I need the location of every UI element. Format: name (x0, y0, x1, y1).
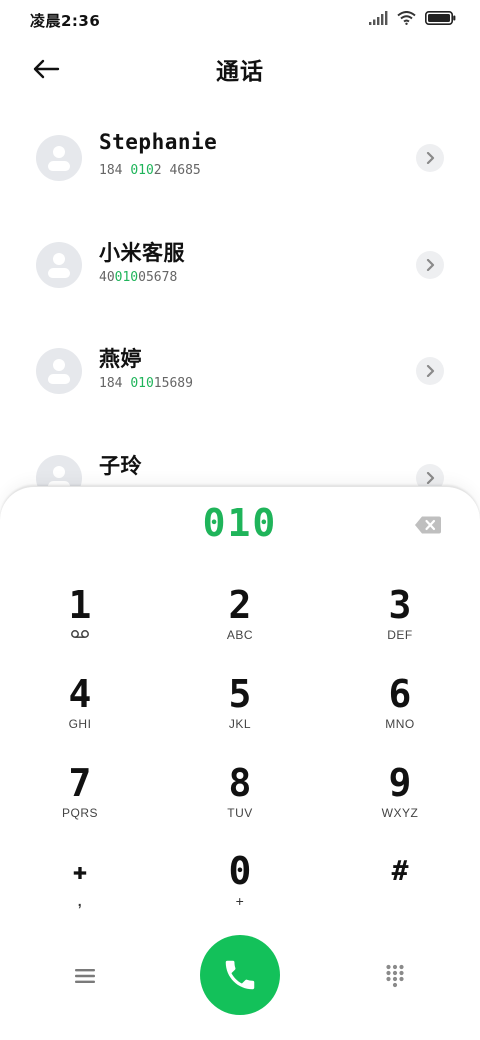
page-title: 通话 (216, 59, 264, 85)
key-letters: GHI (68, 717, 92, 731)
avatar (36, 242, 82, 288)
key-letters: , (77, 893, 83, 909)
key-2[interactable]: 2 ABC (180, 583, 300, 667)
key-6[interactable]: 6 MNO (340, 672, 460, 756)
key-7[interactable]: 7 PQRS (20, 761, 140, 845)
avatar (36, 348, 82, 394)
number-suffix: 05678 (138, 270, 178, 285)
key-digit: 8 (228, 761, 252, 805)
key-9[interactable]: 9 WXYZ (340, 761, 460, 845)
contact-detail-button[interactable] (416, 251, 444, 279)
key-letters: TUV (227, 806, 253, 820)
key-digit: 3 (388, 583, 412, 627)
key-digit: 4 (68, 672, 92, 716)
key-letters: MNO (385, 717, 415, 731)
key-digit: 5 (228, 672, 252, 716)
key-0[interactable]: 0 + (180, 849, 300, 933)
dialpad-sheet: 010 1 2 ABC 3 DEF 4 GHI 5 JKL 6 MNO 7 PQ… (0, 486, 480, 1040)
key-letters: + (235, 893, 245, 909)
chevron-right-icon (426, 152, 435, 164)
chevron-right-icon (426, 365, 435, 377)
key-digit: 7 (68, 761, 92, 805)
contact-number: 184 0102 4685 (99, 163, 201, 178)
dialer-screen: 凌晨2:36 通话 Stephanie 184 0102 4685 小米客服 4… (0, 0, 480, 1040)
contact-name: 燕婷 (99, 347, 142, 371)
key-digit: 1 (68, 583, 92, 627)
key-digit: 9 (388, 761, 412, 805)
contact-row[interactable]: Stephanie 184 0102 4685 (0, 110, 480, 210)
number-match: 010 (130, 163, 154, 178)
number-match: 010 (130, 376, 154, 391)
key-star[interactable]: ✚ , (20, 849, 140, 933)
avatar (36, 135, 82, 181)
number-prefix: 184 (99, 376, 131, 391)
signal-icon (369, 11, 388, 25)
dialed-number: 010 (202, 501, 278, 545)
key-digit: ✚ (72, 857, 88, 885)
key-3[interactable]: 3 DEF (340, 583, 460, 667)
contact-row[interactable]: 小米客服 4001005678 (0, 217, 480, 317)
dialpad-icon (386, 964, 404, 988)
voicemail-icon (71, 630, 89, 638)
bottom-bar (0, 933, 480, 1023)
key-4[interactable]: 4 GHI (20, 672, 140, 756)
key-digit: 0 (228, 849, 252, 893)
key-digit: # (391, 854, 409, 887)
backspace-icon (415, 516, 441, 534)
key-letters: DEF (387, 628, 413, 642)
status-bar: 凌晨2:36 (0, 0, 480, 40)
contact-detail-button[interactable] (416, 144, 444, 172)
status-time: 凌晨2:36 (30, 12, 101, 30)
contact-name: 子玲 (99, 454, 142, 478)
key-5[interactable]: 5 JKL (180, 672, 300, 756)
status-icons (369, 11, 456, 25)
dialpad-toggle-button[interactable] (380, 959, 410, 993)
header: 通话 (0, 42, 480, 94)
menu-button[interactable] (70, 961, 100, 991)
contact-name: 小米客服 (99, 241, 185, 265)
menu-icon (75, 969, 95, 983)
phone-icon (225, 960, 255, 990)
backspace-button[interactable] (414, 515, 442, 535)
chevron-right-icon (426, 472, 435, 484)
contact-row[interactable]: 燕婷 184 01015689 (0, 323, 480, 423)
chevron-right-icon (426, 259, 435, 271)
key-8[interactable]: 8 TUV (180, 761, 300, 845)
key-digit: 2 (228, 583, 252, 627)
number-suffix: 15689 (153, 376, 193, 391)
key-1[interactable]: 1 (20, 583, 140, 667)
key-digit: 6 (388, 672, 412, 716)
battery-icon (425, 11, 456, 25)
contact-name: Stephanie (99, 130, 218, 154)
key-letters: ABC (226, 628, 254, 642)
key-letters: PQRS (61, 806, 98, 820)
key-hash[interactable]: # (340, 849, 460, 933)
key-letters: WXYZ (381, 806, 419, 820)
call-button[interactable] (200, 935, 280, 1015)
contact-detail-button[interactable] (416, 357, 444, 385)
number-prefix: 184 (99, 163, 131, 178)
wifi-icon (397, 11, 416, 25)
key-letters: JKL (228, 717, 252, 731)
contact-number: 184 01015689 (99, 376, 193, 391)
number-suffix: 2 4685 (153, 163, 201, 178)
number-match: 010 (114, 270, 139, 285)
contact-number: 4001005678 (99, 270, 177, 285)
number-prefix: 40 (99, 270, 115, 285)
